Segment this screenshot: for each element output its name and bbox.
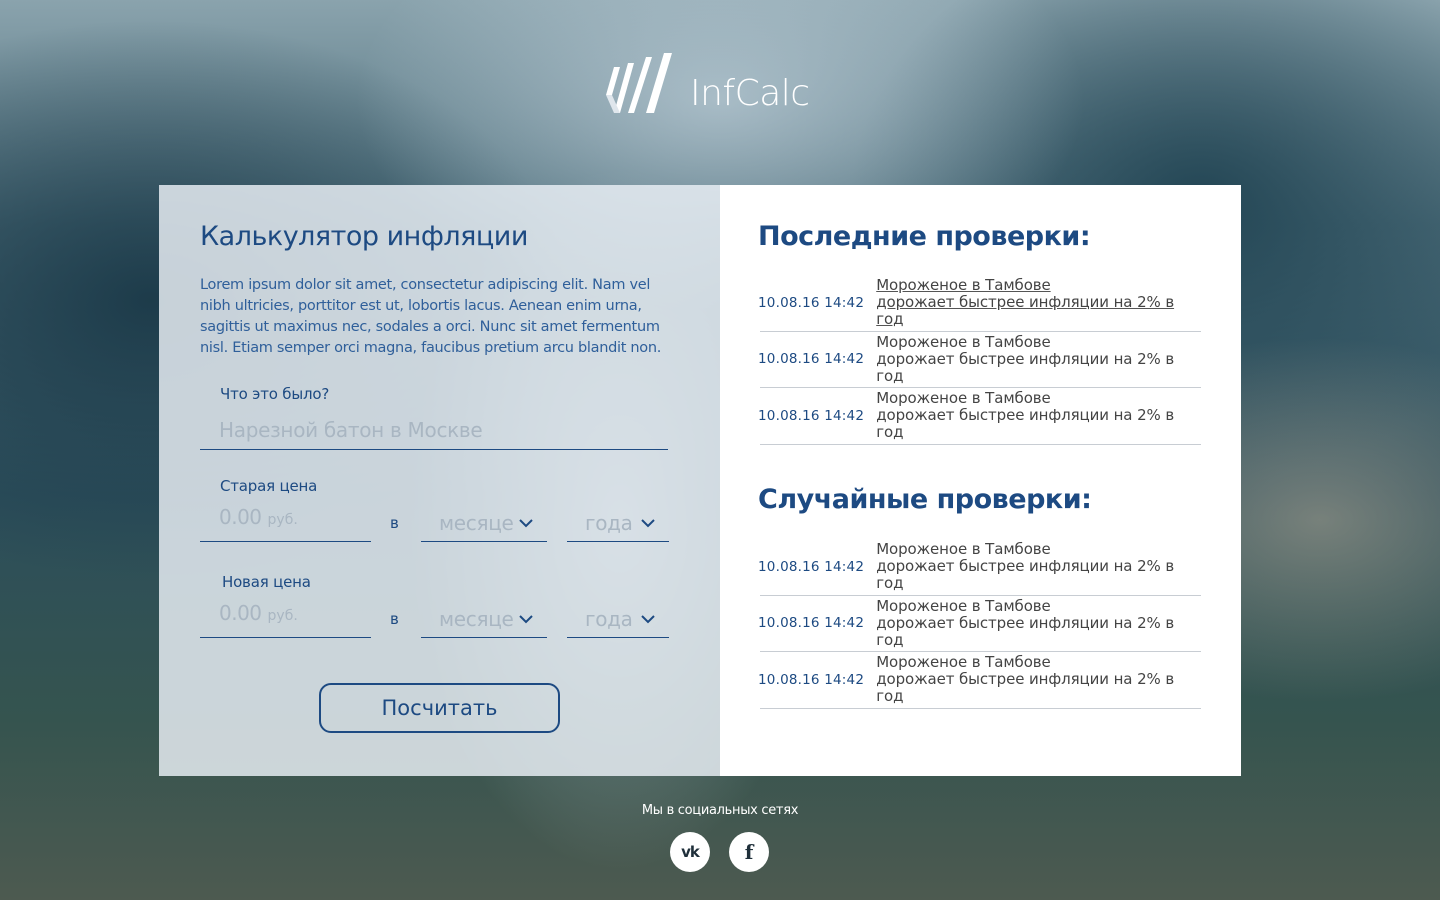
new-price-value: 0.00 [219, 601, 262, 625]
vk-icon: vk [681, 843, 700, 861]
check-link[interactable]: Мороженое в Тамбове дорожает быстрее инф… [876, 596, 1201, 649]
list-item[interactable]: 10.08.16 14:42 Мороженое в Тамбове дорож… [758, 388, 1201, 445]
recent-checks-title: Последние проверки: [758, 221, 1091, 252]
new-price-month-select[interactable]: месяце [421, 601, 547, 638]
what-field[interactable] [200, 411, 668, 450]
check-title: Мороженое в Тамбове [876, 332, 1051, 351]
old-price-label: Старая цена [220, 477, 318, 495]
new-price-month-value: месяце [439, 607, 514, 631]
check-summary: дорожает быстрее инфляции на 2% в год [876, 349, 1175, 385]
check-title: Мороженое в Тамбове [876, 276, 1051, 295]
list-item[interactable]: 10.08.16 14:42 Мороженое в Тамбове дорож… [758, 275, 1201, 332]
new-price-in-word: в [390, 610, 399, 628]
check-link[interactable]: Мороженое в Тамбове дорожает быстрее инф… [876, 541, 1201, 592]
old-price-year-select[interactable]: года [567, 505, 669, 542]
check-date: 10.08.16 14:42 [758, 294, 865, 311]
list-item[interactable]: 10.08.16 14:42 Мороженое в Тамбове дорож… [758, 539, 1201, 596]
calculator-title: Калькулятор инфляции [200, 221, 528, 252]
vk-button[interactable]: vk [670, 832, 710, 872]
check-date: 10.08.16 14:42 [758, 351, 865, 368]
check-date: 10.08.16 14:42 [758, 407, 865, 424]
check-link[interactable]: Мороженое в Тамбове дорожает быстрее инф… [876, 277, 1201, 328]
check-link[interactable]: Мороженое в Тамбове дорожает быстрее инф… [876, 332, 1201, 385]
recent-checks-list: 10.08.16 14:42 Мороженое в Тамбове дорож… [758, 275, 1201, 445]
old-price-year-value: года [585, 511, 633, 535]
check-summary: дорожает быстрее инфляции на 2% в год [876, 293, 1175, 329]
calculator-description: Lorem ipsum dolor sit amet, consectetur … [200, 277, 662, 356]
old-price-month-value: месяце [439, 511, 514, 535]
check-title: Мороженое в Тамбове [876, 653, 1051, 672]
brand-name: InfCalc [690, 72, 810, 114]
new-price-unit: руб. [267, 608, 298, 624]
chevron-down-icon [519, 614, 533, 623]
list-item[interactable]: 10.08.16 14:42 Мороженое в Тамбове дорож… [758, 332, 1201, 388]
new-price-year-value: года [585, 607, 633, 631]
list-item[interactable]: 10.08.16 14:42 Мороженое в Тамбове дорож… [758, 596, 1201, 652]
old-price-unit: руб. [267, 512, 298, 528]
chevron-down-icon [641, 614, 655, 623]
random-checks-list: 10.08.16 14:42 Мороженое в Тамбове дорож… [758, 539, 1201, 709]
check-summary: дорожает быстрее инфляции на 2% в год [876, 670, 1175, 706]
checks-panel: Последние проверки: 10.08.16 14:42 Морож… [720, 185, 1241, 776]
social-label: Мы в социальных сетях [641, 803, 799, 818]
what-label: Что это было? [220, 385, 330, 403]
calculate-button[interactable]: Посчитать [319, 683, 560, 733]
facebook-button[interactable]: f [729, 832, 769, 872]
check-link[interactable]: Мороженое в Тамбове дорожает быстрее инф… [876, 390, 1201, 441]
new-price-year-select[interactable]: года [567, 601, 669, 638]
chevron-down-icon [519, 518, 533, 527]
old-price-field[interactable]: 0.00 руб. [200, 505, 371, 542]
logo[interactable]: InfCalc [606, 52, 810, 116]
calculator-panel: Калькулятор инфляции Lorem ipsum dolor s… [159, 185, 720, 776]
logo-mark-icon [606, 53, 672, 113]
check-summary: дорожает быстрее инфляции на 2% в год [876, 557, 1175, 593]
old-price-month-select[interactable]: месяце [421, 505, 547, 542]
random-checks-title: Случайные проверки: [758, 484, 1092, 515]
check-title: Мороженое в Тамбове [876, 389, 1051, 408]
check-summary: дорожает быстрее инфляции на 2% в год [876, 406, 1175, 442]
check-link[interactable]: Мороженое в Тамбове дорожает быстрее инф… [876, 654, 1201, 705]
what-input[interactable] [200, 411, 668, 449]
new-price-field[interactable]: 0.00 руб. [200, 601, 371, 638]
old-price-in-word: в [390, 514, 399, 532]
facebook-icon: f [744, 840, 754, 864]
check-title: Мороженое в Тамбове [876, 540, 1051, 559]
check-title: Мороженое в Тамбове [876, 596, 1051, 615]
check-date: 10.08.16 14:42 [758, 615, 865, 632]
chevron-down-icon [641, 518, 655, 527]
list-item[interactable]: 10.08.16 14:42 Мороженое в Тамбове дорож… [758, 652, 1201, 709]
old-price-value: 0.00 [219, 505, 262, 529]
new-price-label: Новая цена [222, 573, 311, 591]
check-date: 10.08.16 14:42 [758, 671, 865, 688]
check-date: 10.08.16 14:42 [758, 558, 865, 575]
check-summary: дорожает быстрее инфляции на 2% в год [876, 613, 1175, 649]
